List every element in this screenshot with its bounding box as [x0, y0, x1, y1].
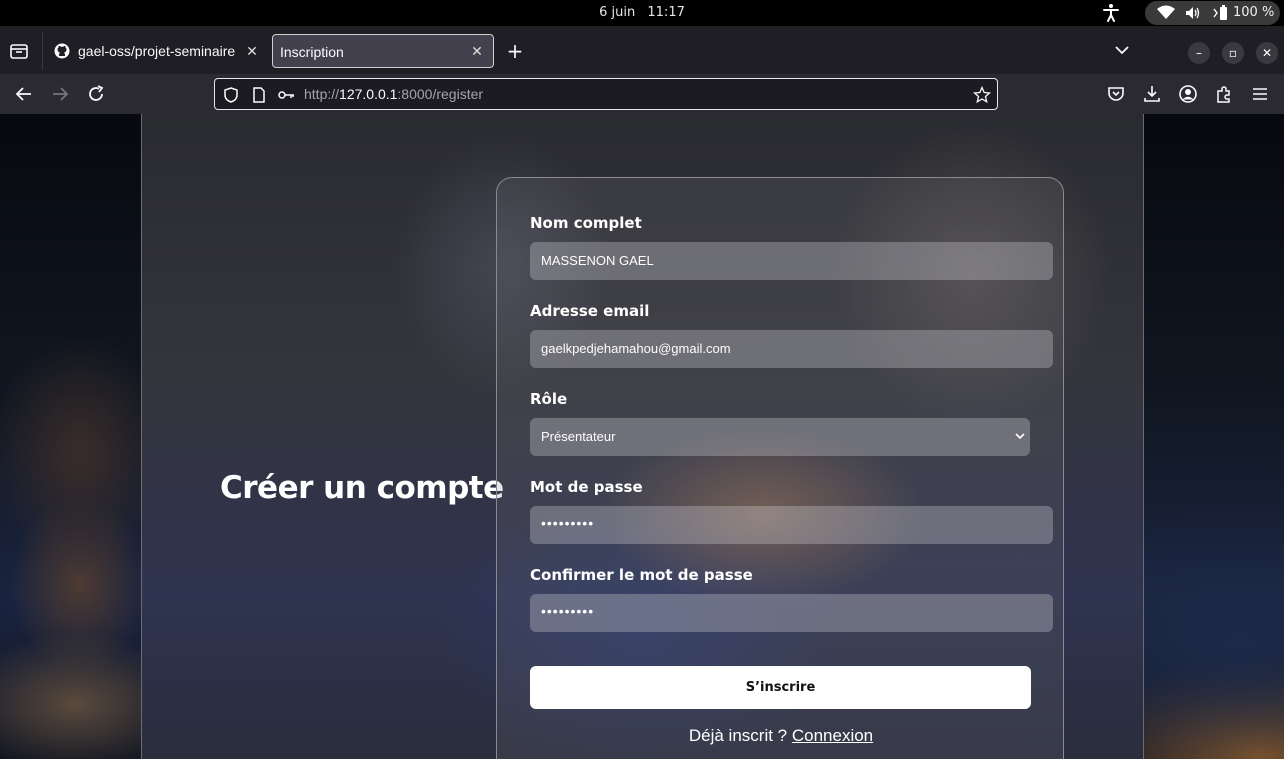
- navigation-toolbar: http://127.0.0.1:8000/register: [0, 74, 1284, 114]
- url-scheme: http://: [304, 86, 340, 102]
- url-bar[interactable]: http://127.0.0.1:8000/register: [214, 78, 998, 110]
- email-input[interactable]: gaelkpedjehamahou@gmail.com: [530, 330, 1053, 368]
- register-form-card: Nom complet MASSENON GAEL Adresse email …: [496, 177, 1064, 759]
- login-prompt: Déjà inscrit ? Connexion: [497, 726, 1065, 746]
- tab-separator: [42, 32, 43, 70]
- tab-strip: gael-oss/projet-seminaire ✕ Inscription …: [0, 26, 1284, 74]
- password-label: Mot de passe: [530, 478, 643, 496]
- accessibility-icon[interactable]: [1102, 3, 1120, 23]
- login-link[interactable]: Connexion: [792, 726, 873, 745]
- confirm-password-label: Confirmer le mot de passe: [530, 566, 753, 584]
- page-title: Créer un compte: [220, 470, 504, 506]
- shield-icon[interactable]: [222, 86, 240, 104]
- name-input[interactable]: MASSENON GAEL: [530, 242, 1053, 280]
- list-all-tabs-chevron-icon[interactable]: [1112, 42, 1132, 58]
- account-icon[interactable]: [1178, 84, 1198, 104]
- downloads-icon[interactable]: [1142, 84, 1162, 104]
- role-label: Rôle: [530, 390, 568, 408]
- bookmark-star-icon[interactable]: [973, 86, 991, 104]
- system-top-bar: 6 juin 11:17 100 %: [0, 0, 1284, 26]
- time-text: 11:17: [647, 5, 685, 20]
- clock[interactable]: 6 juin 11:17: [0, 5, 1284, 20]
- pocket-icon[interactable]: [1106, 84, 1126, 104]
- chevron-down-icon: [1015, 433, 1025, 440]
- system-status-menu[interactable]: 100 %: [1145, 1, 1280, 25]
- tab-inscription[interactable]: Inscription ✕: [272, 34, 494, 68]
- close-tab-icon[interactable]: ✕: [469, 43, 485, 59]
- minimize-button[interactable]: –: [1188, 42, 1210, 64]
- battery-percent: 100 %: [1233, 5, 1275, 20]
- forward-arrow-icon[interactable]: [50, 84, 70, 104]
- key-icon[interactable]: [277, 86, 295, 104]
- github-icon: [54, 43, 70, 59]
- date-text: 6 juin: [599, 5, 636, 20]
- password-input[interactable]: •••••••••: [530, 506, 1053, 544]
- confirm-password-input[interactable]: •••••••••: [530, 594, 1053, 632]
- url-host: 127.0.0.1: [339, 86, 398, 102]
- url-text: http://127.0.0.1:8000/register: [304, 86, 483, 102]
- page-icon[interactable]: [250, 86, 268, 104]
- close-tab-icon[interactable]: ✕: [244, 43, 260, 59]
- volume-icon: [1186, 7, 1200, 19]
- wifi-icon: [1157, 5, 1175, 19]
- register-button[interactable]: S’inscrire: [530, 666, 1031, 709]
- menu-hamburger-icon[interactable]: [1250, 84, 1270, 104]
- reload-icon[interactable]: [86, 84, 106, 104]
- extensions-icon[interactable]: [1214, 84, 1234, 104]
- page-viewport: Créer un compte Nom complet MASSENON GAE…: [0, 114, 1284, 759]
- role-select[interactable]: Présentateur: [530, 418, 1030, 456]
- tab-label: Inscription: [280, 44, 344, 60]
- url-path: :8000/register: [397, 86, 484, 102]
- back-arrow-icon[interactable]: [14, 84, 34, 104]
- maximize-button[interactable]: ▫: [1222, 42, 1244, 64]
- tab-label: gael-oss/projet-seminaire: [78, 43, 236, 59]
- battery-icon: [1213, 5, 1227, 20]
- close-window-button[interactable]: ✕: [1256, 42, 1278, 64]
- role-selected-value: Présentateur: [541, 429, 616, 444]
- firefox-view-icon[interactable]: [8, 40, 30, 62]
- tab-github[interactable]: gael-oss/projet-seminaire ✕: [44, 34, 266, 68]
- email-label: Adresse email: [530, 302, 650, 320]
- new-tab-button[interactable]: +: [505, 41, 525, 61]
- login-prompt-text: Déjà inscrit ?: [688, 726, 788, 745]
- name-label: Nom complet: [530, 214, 642, 232]
